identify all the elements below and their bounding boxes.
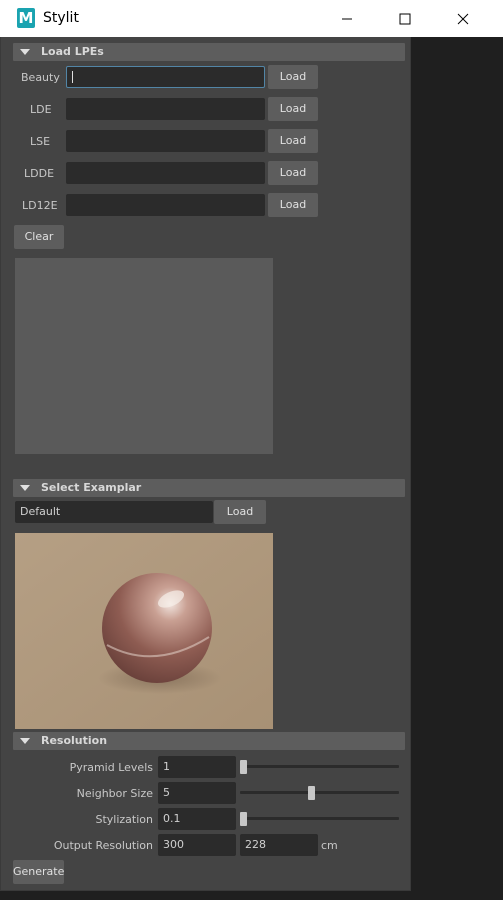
beauty-label: Beauty	[21, 71, 60, 84]
select-examplar-header[interactable]: Select Examplar	[13, 479, 405, 497]
lse-input[interactable]	[66, 130, 265, 152]
generate-button[interactable]: Generate	[13, 860, 64, 884]
lde-load-button[interactable]: Load	[268, 97, 318, 121]
examplar-input[interactable]: Default	[15, 501, 213, 523]
ld12e-load-button[interactable]: Load	[268, 193, 318, 217]
text-caret	[72, 71, 73, 83]
resolution-header[interactable]: Resolution	[13, 732, 405, 750]
pyramid-levels-slider[interactable]	[240, 765, 399, 768]
pyramid-levels-slider-handle[interactable]	[240, 760, 247, 774]
load-lpes-header[interactable]: Load LPEs	[13, 43, 405, 61]
clear-button[interactable]: Clear	[14, 225, 64, 249]
examplar-load-button[interactable]: Load	[214, 500, 266, 524]
collapse-triangle-icon	[20, 738, 30, 744]
maximize-button[interactable]	[376, 0, 434, 37]
stylization-label: Stylization	[95, 813, 153, 826]
maximize-icon	[399, 13, 411, 24]
select-examplar-label: Select Examplar	[41, 481, 142, 494]
lpe-preview-panel	[15, 258, 273, 454]
maya-app-icon: M	[17, 8, 35, 28]
unit-label: cm	[321, 839, 338, 852]
lse-load-button[interactable]: Load	[268, 129, 318, 153]
output-width-input[interactable]: 300	[158, 834, 236, 856]
pyramid-levels-input[interactable]: 1	[158, 756, 236, 778]
lse-label: LSE	[30, 135, 51, 148]
minimize-icon	[342, 18, 352, 19]
stylization-input[interactable]: 0.1	[158, 808, 236, 830]
lde-label: LDE	[30, 103, 52, 116]
background-right	[411, 37, 503, 900]
ldde-load-button[interactable]: Load	[268, 161, 318, 185]
window-title: Stylit	[43, 10, 79, 26]
neighbor-size-input[interactable]: 5	[158, 782, 236, 804]
ld12e-input[interactable]	[66, 194, 265, 216]
beauty-input[interactable]	[66, 66, 265, 88]
title-bar[interactable]: M Stylit	[0, 0, 503, 37]
stylization-slider[interactable]	[240, 817, 399, 820]
stylit-window: Load LPEs Beauty Load LDE Load LSE Load …	[0, 0, 411, 891]
beauty-load-button[interactable]: Load	[268, 65, 318, 89]
close-button[interactable]	[434, 0, 492, 37]
neighbor-size-slider[interactable]	[240, 791, 399, 794]
collapse-triangle-icon	[20, 485, 30, 491]
output-resolution-label: Output Resolution	[53, 839, 153, 852]
output-height-input[interactable]: 228	[240, 834, 318, 856]
load-lpes-label: Load LPEs	[41, 45, 104, 58]
stylization-slider-handle[interactable]	[240, 812, 247, 826]
neighbor-size-slider-handle[interactable]	[308, 786, 316, 800]
minimize-button[interactable]	[318, 0, 376, 37]
ld12e-label: LD12E	[22, 199, 58, 212]
lde-input[interactable]	[66, 98, 265, 120]
close-icon	[457, 13, 469, 24]
neighbor-size-label: Neighbor Size	[76, 787, 153, 800]
collapse-triangle-icon	[20, 49, 30, 55]
pyramid-levels-label: Pyramid Levels	[69, 761, 153, 774]
background-bottom	[0, 890, 503, 900]
resolution-label: Resolution	[41, 734, 108, 747]
ldde-input[interactable]	[66, 162, 265, 184]
ldde-label: LDDE	[24, 167, 55, 180]
examplar-preview-image	[15, 533, 273, 729]
